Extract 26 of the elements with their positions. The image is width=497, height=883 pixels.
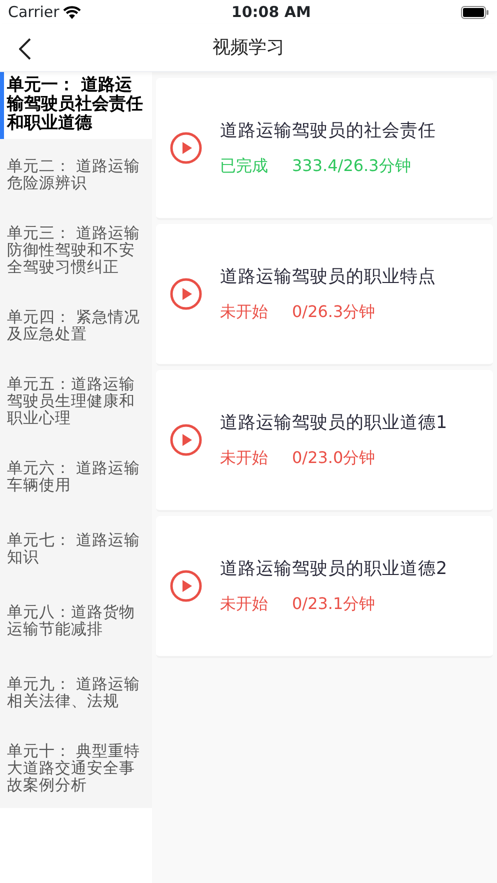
unit-tab[interactable]: 单元七： 道路运输知识 [0, 513, 152, 585]
video-title: 道路运输驾驶员的职业道德1 [220, 412, 448, 435]
video-title: 道路运输驾驶员的职业道德2 [220, 558, 448, 581]
battery-icon [460, 6, 489, 18]
video-title: 道路运输驾驶员的职业特点 [220, 266, 436, 289]
play-icon[interactable] [170, 278, 202, 310]
status-label: 已完成 [220, 155, 268, 178]
unit-tab[interactable]: 单元十： 典型重特大道路交通安全事故案例分析 [0, 729, 152, 808]
clock: 10:08 AM [231, 2, 311, 23]
status-label: 未开始 [220, 593, 268, 616]
unit-tab[interactable]: 单元二： 道路运输危险源辨识 [0, 139, 152, 211]
unit-tab[interactable]: 单元八：道路货物运输节能减排 [0, 585, 152, 657]
unit-tab[interactable]: 单元九： 道路运输相关法律、法规 [0, 657, 152, 729]
unit-tab[interactable]: 单元三： 道路运输防御性驾驶和不安全驾驶习惯纠正 [0, 211, 152, 290]
play-icon[interactable] [170, 570, 202, 602]
unit-tab[interactable]: 单元六： 道路运输车辆使用 [0, 441, 152, 513]
wifi-icon [63, 6, 82, 18]
page-title: 视频学习 [212, 36, 284, 60]
video-title: 道路运输驾驶员的社会责任 [220, 120, 436, 143]
status-label: 未开始 [220, 447, 268, 470]
unit-tab[interactable]: 单元四： 紧急情况及应急处置 [0, 290, 152, 362]
play-icon[interactable] [170, 424, 202, 456]
unit-tab[interactable]: 单元五：道路运输驾驶员生理健康和职业心理 [0, 362, 152, 441]
carrier-label: Carrier [8, 2, 60, 23]
status-label: 未开始 [220, 301, 268, 324]
play-icon[interactable] [170, 132, 202, 164]
